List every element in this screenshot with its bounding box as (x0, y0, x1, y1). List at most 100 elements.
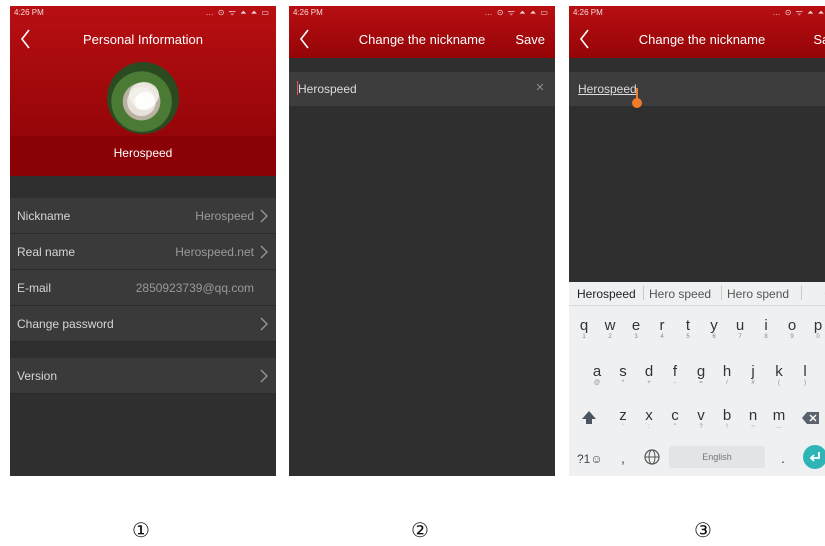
status-icons: … ⊙ ᯤ ⏶ ⏶ ▭ (484, 8, 549, 17)
screen-personal-information: 4:26 PM … ⊙ ᯤ ⏶ ⏶ ▭ Personal Information… (10, 6, 276, 476)
key-secondary-symbol: 8 (764, 334, 768, 340)
key-secondary-symbol: 4 (660, 334, 664, 340)
suggestion-item[interactable]: Herospeed (577, 287, 636, 301)
key-u[interactable]: u7 (729, 316, 751, 346)
key-secondary-symbol: / (726, 380, 728, 386)
row-email: E-mail 2850923739@qq.com (10, 270, 276, 306)
key-p[interactable]: p0 (807, 316, 825, 346)
suggestion-item[interactable]: Hero speed (649, 287, 711, 301)
period-key[interactable]: . (781, 450, 785, 466)
suggestion-divider (801, 286, 802, 300)
nickname-input[interactable]: Herospeed ✕ (289, 72, 555, 106)
key-j[interactable]: j # (742, 362, 764, 392)
row-label: E-mail (17, 281, 52, 295)
text-cursor-handle[interactable] (632, 98, 642, 108)
row-label: Nickname (17, 209, 71, 223)
nickname-input[interactable]: Herospeed ✕ (569, 72, 825, 106)
key-x[interactable]: x: (638, 406, 660, 436)
row-value: Herospeed (195, 209, 254, 223)
save-button[interactable]: Save (515, 32, 545, 47)
status-bar: 4:26 PM … ⊙ ᯤ ⏶ ⏶ ▭ (10, 6, 276, 20)
key-d[interactable]: d + (638, 362, 660, 392)
key-o[interactable]: o9 (781, 316, 803, 346)
key-secondary-symbol: # (751, 380, 755, 386)
key-b[interactable]: b! (716, 406, 738, 436)
suggestion-divider (721, 286, 722, 300)
key-i[interactable]: i8 (755, 316, 777, 346)
key-secondary-symbol: ? (699, 424, 703, 430)
key-v[interactable]: v? (690, 406, 712, 436)
key-letter: o (787, 317, 797, 334)
avatar[interactable] (107, 62, 179, 134)
key-f[interactable]: f- (664, 362, 686, 392)
key-letter: v (697, 407, 705, 424)
key-m[interactable]: m… (768, 406, 790, 436)
key-l[interactable]: l) (794, 362, 816, 392)
key-letter: n (748, 407, 758, 424)
key-secondary-symbol: ( (778, 380, 780, 386)
rose-center (135, 92, 155, 110)
key-secondary-symbol: ) (804, 380, 806, 386)
key-a[interactable]: a @ (586, 362, 608, 392)
comma-key[interactable]: , (621, 450, 625, 466)
suggestion-item[interactable]: Hero spend (727, 287, 789, 301)
key-g[interactable]: g = (690, 362, 712, 392)
row-label: Version (17, 369, 58, 383)
key-letter: g (696, 363, 706, 380)
row-real-name[interactable]: Real name Herospeed.net (10, 234, 276, 270)
key-e[interactable]: e3 (625, 316, 647, 346)
enter-icon (809, 452, 820, 462)
key-k[interactable]: k( (768, 362, 790, 392)
page-title: Change the nickname (638, 32, 766, 47)
globe-icon[interactable] (643, 448, 661, 466)
key-secondary-symbol: + (647, 380, 651, 386)
key-r[interactable]: r4 (651, 316, 673, 346)
key-secondary-symbol: ! (726, 424, 728, 430)
status-bar: 4:26 PM … ⊙ ᯤ ⏶ ⏶ ▭ (289, 6, 555, 20)
space-key[interactable]: English (669, 446, 765, 468)
key-t[interactable]: t5 (677, 316, 699, 346)
shift-key-icon[interactable] (579, 408, 599, 428)
status-time: 4:26 PM (293, 8, 323, 17)
soft-keyboard: Herospeed Hero speed Hero spend ⌄ q1w2e3… (569, 282, 825, 476)
key-secondary-symbol: 3 (634, 334, 638, 340)
row-change-password[interactable]: Change password (10, 306, 276, 342)
key-s[interactable]: s * (612, 362, 634, 392)
key-secondary-symbol: - (674, 380, 676, 386)
enter-key[interactable] (803, 445, 825, 469)
page-title: Personal Information (83, 32, 203, 47)
key-n[interactable]: n ~ (742, 406, 764, 436)
nickname-input-value: Herospeed (298, 82, 357, 96)
key-letter: i (764, 317, 768, 334)
key-q[interactable]: q1 (573, 316, 595, 346)
screen-change-nickname: 4:26 PM … ⊙ ᯤ ⏶ ⏶ ▭ Change the nickname … (289, 6, 555, 476)
title-bar: Personal Information (10, 20, 276, 58)
key-letter: f (672, 363, 678, 380)
backspace-key-icon[interactable] (801, 410, 821, 426)
symbols-key[interactable]: ?1☺ (577, 452, 603, 466)
screen-change-nickname-keyboard: 4:26 PM … ⊙ ᯤ ⏶ ⏶ ▭ Change the nickname … (569, 6, 825, 476)
key-c[interactable]: c " (664, 406, 686, 436)
key-letter: u (735, 317, 745, 334)
suggestion-divider (643, 286, 644, 300)
key-letter: l (803, 363, 807, 380)
settings-list: Nickname Herospeed Real name Herospeed.n… (10, 198, 276, 394)
key-letter: x (645, 407, 653, 424)
key-z[interactable]: z ' (612, 406, 634, 436)
status-bar: 4:26 PM … ⊙ ᯤ ⏶ ⏶ ▭ (569, 6, 825, 20)
section-divider (10, 342, 276, 358)
title-bar: Change the nickname Save (289, 20, 555, 58)
key-letter: z (619, 407, 627, 424)
key-secondary-symbol: @ (593, 380, 601, 386)
row-value: 2850923739@qq.com (135, 281, 254, 295)
key-secondary-symbol: 5 (686, 334, 690, 340)
save-button[interactable]: Save (813, 32, 825, 47)
clear-icon[interactable]: ✕ (533, 81, 547, 95)
key-w[interactable]: w2 (599, 316, 621, 346)
chevron-right-icon (260, 369, 268, 383)
row-nickname[interactable]: Nickname Herospeed (10, 198, 276, 234)
key-h[interactable]: h / (716, 362, 738, 392)
row-version[interactable]: Version (10, 358, 276, 394)
key-secondary-symbol: : (648, 424, 650, 430)
key-y[interactable]: y6 (703, 316, 725, 346)
